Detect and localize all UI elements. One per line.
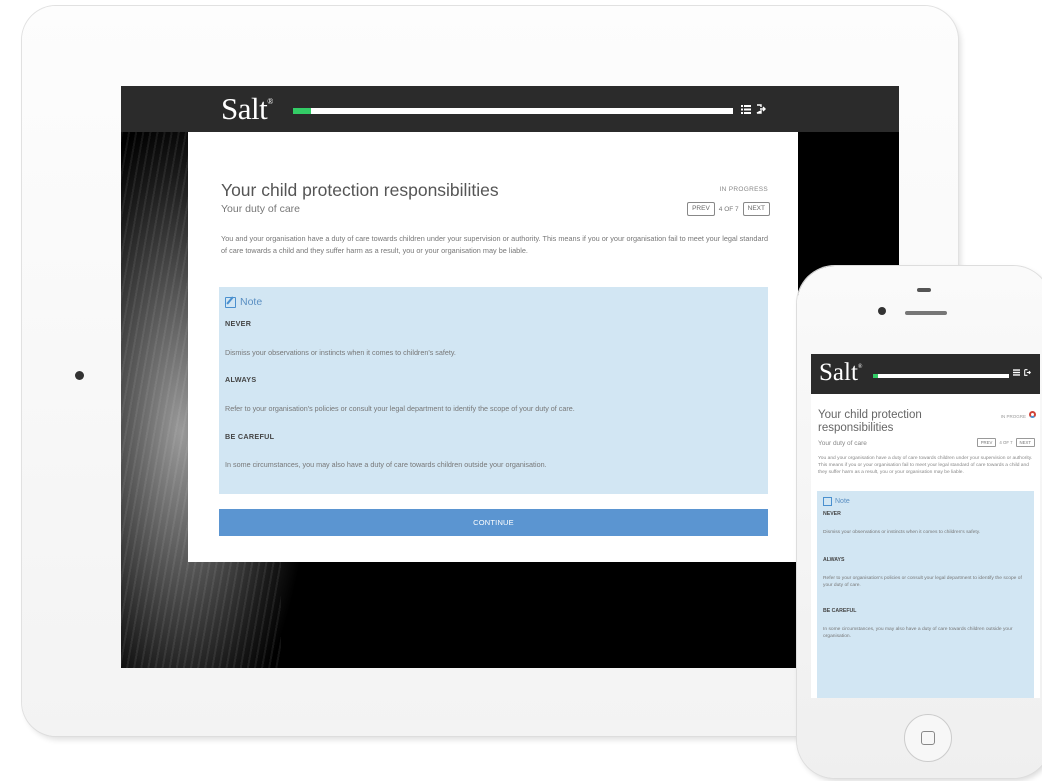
phone-next-button[interactable]: NEXT — [1015, 438, 1035, 447]
phone-note-heading-always: ALWAYS — [823, 557, 845, 563]
note-box: Note NEVER Dismiss your observations or … — [219, 287, 768, 494]
note-header: Note — [225, 296, 262, 308]
tablet-screen: Salt® Your child protection responsibili… — [121, 86, 899, 668]
phone-note-heading-be-careful: BE CAREFUL — [823, 608, 857, 614]
note-heading-never: NEVER — [225, 319, 252, 328]
continue-button[interactable]: CONTINUE — [219, 509, 768, 536]
phone-screen: Salt® Your child protection responsibili… — [811, 354, 1040, 698]
note-text-always: Refer to your organisation's policies or… — [225, 404, 575, 413]
page-count: 4 OF 7 — [718, 205, 739, 213]
phone-note-header: Note — [823, 497, 850, 506]
home-button[interactable] — [904, 714, 952, 762]
phone-menu-icon[interactable] — [1013, 368, 1020, 378]
note-heading-be-careful: BE CAREFUL — [225, 432, 275, 441]
status-indicator-icon — [1029, 411, 1036, 418]
phone-app-header: Salt® — [811, 354, 1040, 394]
menu-icon[interactable] — [739, 103, 753, 117]
app-header: Salt® — [121, 86, 899, 132]
note-heading-always: ALWAYS — [225, 375, 257, 384]
lesson-card: Your child protection responsibilities Y… — [188, 132, 798, 562]
phone-page-count: 4 OF 7 — [999, 440, 1013, 445]
home-button-icon — [921, 731, 935, 745]
course-progress-bar — [293, 108, 733, 114]
phone-camera — [878, 307, 886, 315]
phone-exit-icon[interactable] — [1024, 368, 1032, 378]
phone-note-text-always: Refer to your organisation's policies or… — [823, 576, 1022, 588]
phone-note-text-be-careful: In some circumstances, you may also have… — [823, 627, 1013, 639]
phone-lesson-subtitle: Your duty of care — [818, 440, 867, 447]
note-edit-icon — [225, 296, 236, 308]
phone-note-box: Note NEVER Dismiss your observations or … — [817, 491, 1034, 698]
phone-status-badge: IN PROGRE — [1000, 414, 1026, 419]
salt-logo[interactable]: Salt® — [221, 91, 273, 127]
pager: PREV 4 OF 7 NEXT — [687, 202, 770, 216]
phone-lesson-title: Your child protection responsibilities — [818, 409, 922, 434]
phone-note-text-never: Dismiss your observations or instincts w… — [823, 530, 981, 535]
phone-progress-fill — [873, 374, 879, 378]
phone-progress-bar — [873, 374, 1009, 378]
phone-device: Salt® Your child protection responsibili… — [797, 266, 1042, 778]
phone-speaker — [917, 288, 931, 292]
course-progress-fill — [293, 108, 311, 114]
phone-pager: PREV 4 OF 7 NEXT — [976, 438, 1035, 447]
phone-note-heading-never: NEVER — [823, 511, 841, 517]
note-text-be-careful: In some circumstances, you may also have… — [225, 460, 547, 469]
phone-note-edit-icon — [823, 497, 832, 506]
note-label: Note — [240, 296, 263, 308]
prev-button[interactable]: PREV — [687, 202, 715, 216]
phone-note-label: Note — [835, 498, 850, 505]
tablet-camera — [75, 371, 84, 380]
intro-text: You and your organisation have a duty of… — [221, 234, 769, 255]
phone-earpiece — [905, 311, 947, 315]
phone-intro-text: You and your organisation have a duty of… — [818, 456, 1033, 476]
lesson-subtitle: Your duty of care — [221, 203, 300, 215]
next-button[interactable]: NEXT — [742, 202, 770, 216]
note-text-never: Dismiss your observations or instincts w… — [225, 348, 456, 357]
phone-salt-logo[interactable]: Salt® — [819, 359, 862, 387]
lesson-title: Your child protection responsibilities — [221, 180, 499, 200]
status-badge: IN PROGRESS — [719, 186, 768, 193]
exit-icon[interactable] — [754, 103, 768, 117]
phone-prev-button[interactable]: PREV — [976, 438, 997, 447]
